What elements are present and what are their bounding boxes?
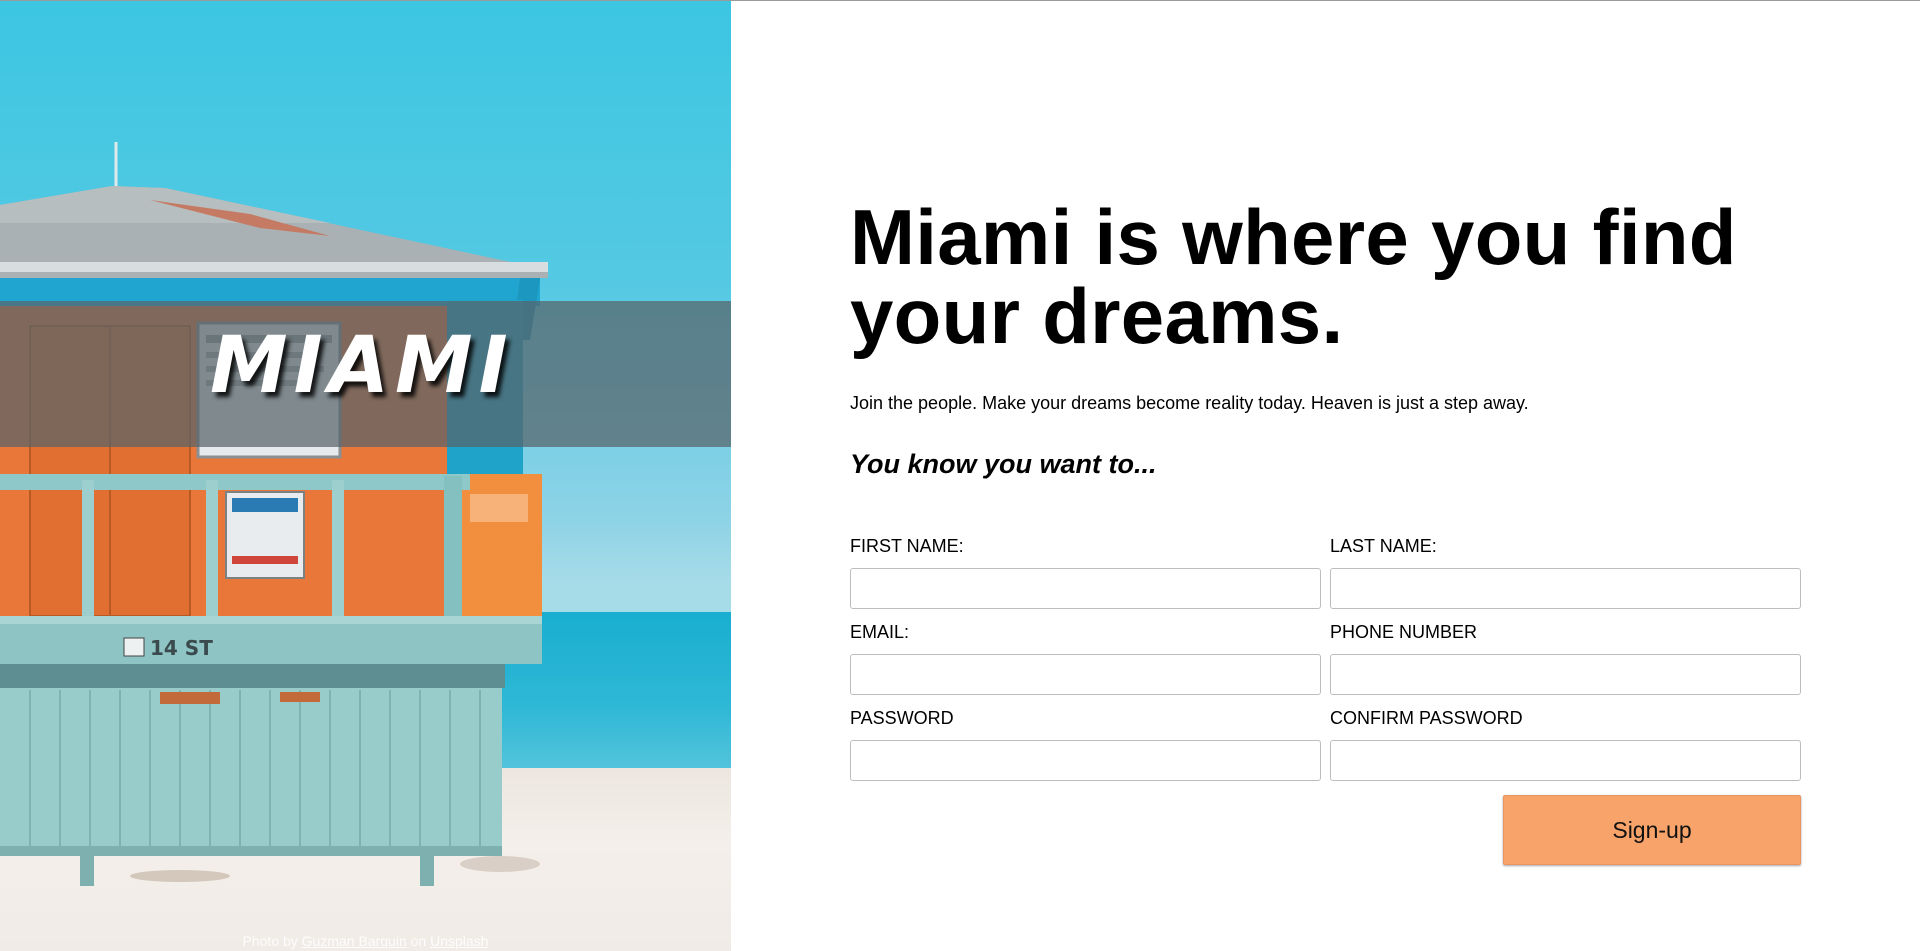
main-content: Miami is where you find your dreams. Joi… <box>850 198 1801 865</box>
first-name-label: FIRST NAME: <box>850 536 964 556</box>
first-name-input[interactable] <box>850 568 1321 609</box>
signup-form: FIRST NAME: LAST NAME: EMAIL: PHONE NUMB… <box>850 536 1801 794</box>
first-name-field: FIRST NAME: <box>850 536 1321 622</box>
phone-input[interactable] <box>1330 654 1801 695</box>
phone-label: PHONE NUMBER <box>1330 622 1478 642</box>
unsplash-link[interactable]: Unsplash <box>430 933 488 949</box>
email-field: EMAIL: <box>850 622 1321 708</box>
email-input[interactable] <box>850 654 1321 695</box>
email-label: EMAIL: <box>850 622 910 642</box>
lifeguard-hut-illustration: 14 ST <box>0 142 548 886</box>
top-border <box>0 0 1920 1</box>
hero-image: 14 ST MIAMI Photo by Guzman Barquin on U… <box>0 0 731 951</box>
phone-field: PHONE NUMBER <box>1330 622 1801 708</box>
photo-credit-prefix: Photo by <box>242 933 298 949</box>
photo-credit: Photo by Guzman Barquin on Unsplash <box>0 933 731 949</box>
signup-button[interactable]: Sign-up <box>1503 795 1801 865</box>
password-label: PASSWORD <box>850 708 954 728</box>
password-input[interactable] <box>850 740 1321 781</box>
last-name-label: LAST NAME: <box>1330 536 1437 556</box>
form-actions: Sign-up <box>850 795 1801 865</box>
photo-credit-mid: on <box>410 933 427 949</box>
miami-logo: MIAMI <box>210 321 514 411</box>
confirm-password-label: CONFIRM PASSWORD <box>1330 708 1523 728</box>
confirm-password-input[interactable] <box>1330 740 1801 781</box>
last-name-field: LAST NAME: <box>1330 536 1801 622</box>
confirm-password-field: CONFIRM PASSWORD <box>1330 708 1801 794</box>
last-name-input[interactable] <box>1330 568 1801 609</box>
page-headline: Miami is where you find your dreams. <box>850 193 1737 360</box>
hut-sign-text: 14 ST <box>150 636 213 660</box>
photo-author-link[interactable]: Guzman Barquin <box>302 933 407 949</box>
page-subtext: Join the people. Make your dreams become… <box>850 393 1529 413</box>
password-field: PASSWORD <box>850 708 1321 794</box>
page-tagline: You know you want to... <box>850 449 1157 479</box>
